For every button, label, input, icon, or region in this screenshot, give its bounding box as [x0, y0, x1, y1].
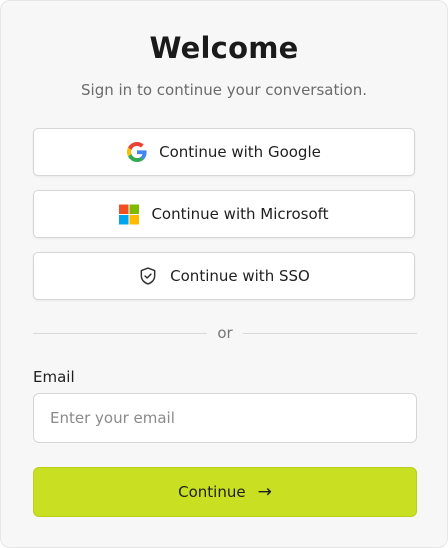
microsoft-button-label: Continue with Microsoft [151, 205, 329, 223]
page-title: Welcome [149, 31, 299, 65]
signin-card: Welcome Sign in to continue your convers… [0, 0, 448, 548]
microsoft-logo-icon [119, 204, 140, 224]
continue-with-google-button[interactable]: Continue with Google [33, 128, 415, 176]
continue-button-label: Continue [178, 483, 246, 501]
sso-button-label: Continue with SSO [170, 267, 310, 285]
continue-with-microsoft-button[interactable]: Continue with Microsoft [33, 190, 415, 238]
email-input[interactable] [33, 393, 417, 443]
continue-button[interactable]: Continue → [33, 467, 417, 517]
continue-with-sso-button[interactable]: Continue with SSO [33, 252, 415, 300]
shield-check-icon [138, 266, 158, 286]
email-label: Email [33, 368, 75, 386]
page-subtitle: Sign in to continue your conversation. [81, 81, 367, 99]
google-button-label: Continue with Google [159, 143, 321, 161]
google-logo-icon [127, 142, 147, 162]
or-divider: or [33, 323, 417, 343]
arrow-right-icon: → [257, 481, 272, 502]
divider-line-right [243, 333, 417, 334]
